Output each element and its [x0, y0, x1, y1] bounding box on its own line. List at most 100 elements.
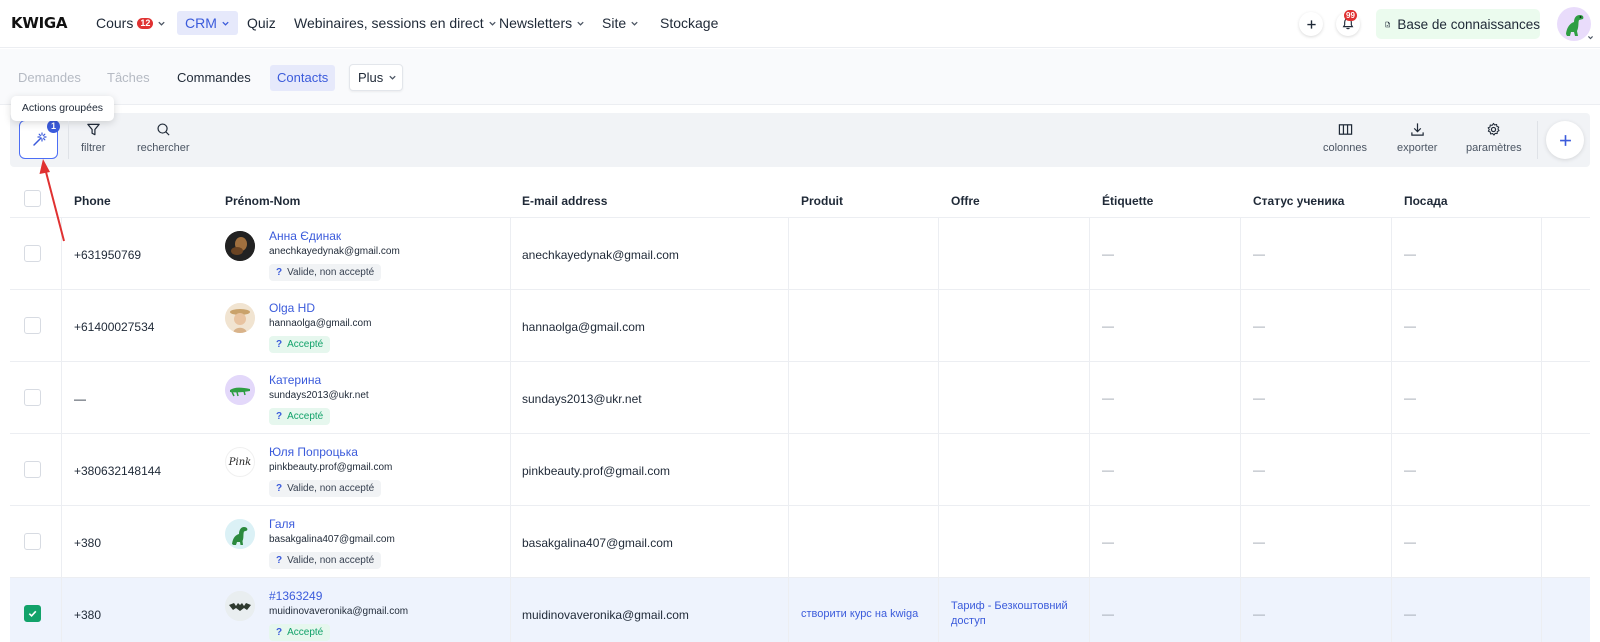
position-cell: —: [1404, 607, 1416, 621]
kwiga-logo[interactable]: KWIGA: [11, 14, 67, 32]
magnifier-icon: [157, 123, 170, 136]
check-icon: [28, 610, 37, 618]
offer-link-line2[interactable]: доступ: [951, 614, 986, 629]
settings-button[interactable]: paramètres: [1466, 122, 1522, 154]
column-header-offer[interactable]: Offre: [951, 194, 980, 208]
select-all-checkbox[interactable]: [24, 190, 41, 207]
nav-cours[interactable]: Cours 12: [96, 11, 166, 35]
tab-contacts[interactable]: Contacts: [270, 65, 336, 91]
contact-name-link[interactable]: Анна Єдинак: [269, 229, 341, 243]
nav-newsletters-label: Newsletters: [499, 15, 573, 31]
contact-name-link[interactable]: Катерина: [269, 373, 321, 387]
dinosaur-avatar-icon: [1566, 15, 1584, 36]
row-checkbox[interactable]: [24, 317, 41, 334]
question-icon: ?: [276, 483, 283, 494]
selected-count-badge: 1: [47, 120, 60, 133]
filter-button[interactable]: filtrer: [81, 122, 105, 154]
contact-name-link[interactable]: Галя: [269, 517, 295, 531]
toolbar-divider: [1537, 121, 1538, 159]
position-cell: —: [1404, 535, 1416, 549]
column-divider: [788, 218, 789, 642]
column-header-tag[interactable]: Étiquette: [1102, 194, 1153, 208]
position-cell: —: [1404, 247, 1416, 261]
bat-avatar-icon: [225, 591, 255, 621]
plus-icon: [1559, 134, 1571, 146]
row-checkbox[interactable]: [24, 533, 41, 550]
column-header-position[interactable]: Посада: [1404, 194, 1448, 208]
status-label: Valide, non accepté: [287, 483, 375, 494]
column-header-phone[interactable]: Phone: [74, 194, 111, 208]
columns-button[interactable]: colonnes: [1323, 122, 1367, 154]
nav-site[interactable]: Site: [602, 11, 639, 35]
knowledge-base-button[interactable]: Base de connaissances: [1376, 9, 1540, 39]
tab-taches[interactable]: Tâches: [107, 65, 150, 91]
nav-webinaires[interactable]: Webinaires, sessions en direct: [294, 11, 497, 35]
product-link[interactable]: створити курс на kwiga: [801, 607, 918, 622]
tab-more-dropdown[interactable]: Plus: [349, 64, 403, 91]
email-cell: hannaolga@gmail.com: [522, 320, 645, 334]
nav-stockage[interactable]: Stockage: [660, 11, 718, 35]
phone-cell: +61400027534: [74, 320, 155, 334]
nav-newsletters[interactable]: Newsletters: [499, 11, 585, 35]
column-divider: [61, 218, 62, 642]
avatar: Pink: [225, 447, 255, 477]
filter-label: filtrer: [81, 142, 106, 154]
column-header-student-status[interactable]: Статус ученика: [1253, 194, 1344, 208]
user-avatar[interactable]: [1557, 7, 1591, 41]
row-checkbox[interactable]: [24, 245, 41, 262]
student-status-cell: —: [1253, 391, 1265, 405]
status-badge: ? Accepté: [269, 336, 331, 353]
top-navigation: KWIGA Cours 12 CRM Quiz Webinaires, sess…: [0, 0, 1600, 48]
status-badge: ? Valide, non accepté: [269, 552, 382, 569]
nav-crm[interactable]: CRM: [177, 11, 238, 35]
funnel-icon: [86, 123, 100, 136]
tab-commandes[interactable]: Commandes: [177, 65, 251, 91]
settings-label: paramètres: [1466, 142, 1522, 154]
row-checkbox[interactable]: [24, 461, 41, 478]
offer-link-line1[interactable]: Тариф - Безкоштовний: [951, 599, 1068, 614]
contact-name-link[interactable]: Olga HD: [269, 301, 315, 315]
student-status-cell: —: [1253, 247, 1265, 261]
search-label: rechercher: [137, 142, 190, 154]
add-contact-button[interactable]: [1546, 121, 1584, 159]
row-checkbox[interactable]: [24, 389, 41, 406]
email-cell: basakgalina407@gmail.com: [522, 536, 673, 550]
tag-cell: —: [1102, 607, 1114, 621]
toolbar-divider: [68, 121, 69, 159]
quick-add-button[interactable]: [1299, 12, 1323, 36]
column-header-name[interactable]: Prénom-Nom: [225, 194, 300, 208]
nav-cours-label: Cours: [96, 15, 134, 31]
tag-cell: —: [1102, 391, 1114, 405]
export-button[interactable]: exporter: [1397, 122, 1437, 154]
tab-demandes[interactable]: Demandes: [18, 65, 81, 91]
status-label: Valide, non accepté: [287, 555, 375, 566]
document-icon: [1385, 21, 1390, 27]
person-avatar-icon: [225, 303, 255, 333]
position-cell: —: [1404, 463, 1416, 477]
column-header-email[interactable]: E-mail address: [522, 194, 607, 208]
student-status-cell: —: [1253, 607, 1265, 621]
tag-cell: —: [1102, 463, 1114, 477]
status-label: Accepté: [287, 627, 324, 638]
chevron-down-icon: [631, 21, 638, 26]
status-label: Accepté: [287, 339, 324, 350]
phone-cell: +631950769: [74, 248, 142, 262]
status-label: Valide, non accepté: [287, 267, 375, 278]
nav-quiz[interactable]: Quiz: [247, 11, 276, 35]
email-cell: pinkbeauty.prof@gmail.com: [522, 464, 671, 478]
bulk-actions-tooltip: Actions groupées: [11, 96, 114, 121]
tag-cell: —: [1102, 247, 1114, 261]
contact-email-small: hannaolga@gmail.com: [269, 318, 372, 329]
contact-email-small: muidinovaveronika@gmail.com: [269, 606, 409, 617]
question-icon: ?: [276, 411, 283, 422]
column-divider: [938, 218, 939, 642]
search-button[interactable]: rechercher: [137, 122, 190, 154]
contact-name-link[interactable]: Юля Попроцька: [269, 445, 358, 459]
column-divider: [1391, 218, 1392, 642]
question-icon: ?: [276, 267, 283, 278]
column-divider: [1541, 218, 1542, 642]
column-header-product[interactable]: Produit: [801, 194, 843, 208]
nav-crm-label: CRM: [185, 15, 217, 31]
contact-name-link[interactable]: #1363249: [269, 589, 322, 603]
row-checkbox-checked[interactable]: [24, 605, 41, 622]
